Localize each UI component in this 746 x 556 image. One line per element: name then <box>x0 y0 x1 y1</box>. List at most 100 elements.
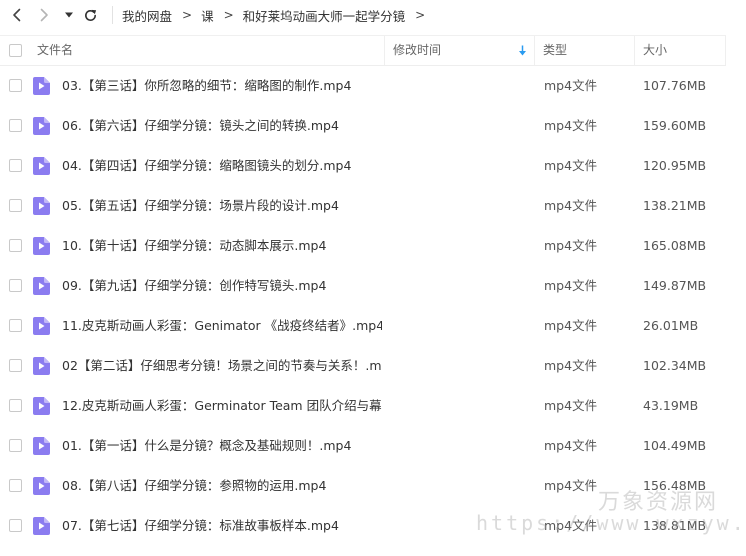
nav-divider <box>112 6 113 24</box>
row-checkbox[interactable] <box>9 199 22 212</box>
file-name[interactable]: 10.【第十话】仔细学分镜：动态脚本展示.mp4 <box>62 226 382 266</box>
file-size: 138.21MB <box>643 198 707 213</box>
file-name[interactable]: 02【第二话】仔细思考分镜！场景之间的节奏与关系！.m... <box>62 346 382 386</box>
video-file-icon <box>33 397 50 415</box>
column-divider[interactable] <box>634 36 635 65</box>
video-file-icon <box>33 277 50 295</box>
column-divider[interactable] <box>725 36 726 65</box>
file-type: mp4文件 <box>544 318 598 333</box>
row-checkbox[interactable] <box>9 359 22 372</box>
video-file-icon <box>33 477 50 495</box>
chevron-left-icon <box>13 8 21 22</box>
file-name[interactable]: 06.【第六话】仔细学分镜：镜头之间的转换.mp4 <box>62 106 382 146</box>
history-dropdown-button[interactable] <box>63 5 75 25</box>
sort-button[interactable] <box>518 36 527 65</box>
breadcrumb-item-my-disk[interactable]: 我的网盘 <box>122 6 172 25</box>
file-size: 159.60MB <box>643 118 707 133</box>
column-header-modified[interactable]: 修改时间 <box>393 36 441 65</box>
row-checkbox[interactable] <box>9 479 22 492</box>
file-type: mp4文件 <box>544 438 598 453</box>
row-checkbox[interactable] <box>9 399 22 412</box>
file-type: mp4文件 <box>544 158 598 173</box>
refresh-icon <box>84 9 96 21</box>
breadcrumb-separator: > <box>223 8 234 22</box>
file-list-header: 文件名 修改时间 类型 大小 <box>0 35 726 66</box>
file-type: mp4文件 <box>544 518 598 533</box>
table-row[interactable]: 06.【第六话】仔细学分镜：镜头之间的转换.mp4 mp4文件 159.60MB <box>0 106 746 146</box>
video-file-icon <box>33 117 50 135</box>
breadcrumb: 我的网盘 > 课 > 和好莱坞动画大师一起学分镜 > <box>122 0 434 30</box>
file-name[interactable]: 11.皮克斯动画人彩蛋：Genimator 《战疫终结者》.mp4 <box>62 306 382 346</box>
column-divider[interactable] <box>534 36 535 65</box>
file-size: 149.87MB <box>643 278 707 293</box>
row-checkbox[interactable] <box>9 519 22 532</box>
table-row[interactable]: 01.【第一话】什么是分镜？概念及基础规则！.mp4 mp4文件 104.49MB <box>0 426 746 466</box>
table-row[interactable]: 10.【第十话】仔细学分镜：动态脚本展示.mp4 mp4文件 165.08MB <box>0 226 746 266</box>
breadcrumb-item-course[interactable]: 课 <box>201 6 214 25</box>
breadcrumb-separator: > <box>415 8 426 22</box>
table-row[interactable]: 09.【第九话】仔细学分镜：创作特写镜头.mp4 mp4文件 149.87MB <box>0 266 746 306</box>
file-name[interactable]: 08.【第八话】仔细学分镜：参照物的运用.mp4 <box>62 466 382 506</box>
breadcrumb-separator: > <box>182 8 193 22</box>
row-checkbox[interactable] <box>9 119 22 132</box>
row-checkbox[interactable] <box>9 79 22 92</box>
row-checkbox[interactable] <box>9 439 22 452</box>
file-size: 26.01MB <box>643 318 699 333</box>
table-row[interactable]: 12.皮克斯动画人彩蛋：Germinator Team 团队介绍与幕... mp4… <box>0 386 746 426</box>
file-name[interactable]: 03.【第三话】你所忽略的细节：缩略图的制作.mp4 <box>62 66 382 106</box>
file-type: mp4文件 <box>544 118 598 133</box>
row-checkbox[interactable] <box>9 279 22 292</box>
navigation-bar: 我的网盘 > 课 > 和好莱坞动画大师一起学分镜 > <box>0 0 746 30</box>
file-name[interactable]: 07.【第七话】仔细学分镜：标准故事板样本.mp4 <box>62 506 382 546</box>
column-header-name[interactable]: 文件名 <box>37 36 73 65</box>
file-name[interactable]: 01.【第一话】什么是分镜？概念及基础规则！.mp4 <box>62 426 382 466</box>
caret-down-icon <box>65 12 73 18</box>
row-checkbox[interactable] <box>9 239 22 252</box>
video-file-icon <box>33 157 50 175</box>
sort-down-arrow-icon <box>519 45 526 56</box>
table-row[interactable]: 07.【第七话】仔细学分镜：标准故事板样本.mp4 mp4文件 138.81MB <box>0 506 746 546</box>
file-type: mp4文件 <box>544 478 598 493</box>
table-row[interactable]: 03.【第三话】你所忽略的细节：缩略图的制作.mp4 mp4文件 107.76MB <box>0 66 746 106</box>
table-row[interactable]: 08.【第八话】仔细学分镜：参照物的运用.mp4 mp4文件 156.48MB <box>0 466 746 506</box>
file-type: mp4文件 <box>544 358 598 373</box>
file-size: 43.19MB <box>643 398 699 413</box>
chevron-right-icon <box>40 8 48 22</box>
file-type: mp4文件 <box>544 238 598 253</box>
file-size: 156.48MB <box>643 478 707 493</box>
back-button[interactable] <box>8 5 26 25</box>
video-file-icon <box>33 357 50 375</box>
table-row[interactable]: 02【第二话】仔细思考分镜！场景之间的节奏与关系！.m... mp4文件 102.3… <box>0 346 746 386</box>
row-checkbox[interactable] <box>9 159 22 172</box>
video-file-icon <box>33 197 50 215</box>
file-type: mp4文件 <box>544 78 598 93</box>
refresh-button[interactable] <box>81 5 99 25</box>
breadcrumb-item-current-folder[interactable]: 和好莱坞动画大师一起学分镜 <box>243 6 406 25</box>
file-list: 03.【第三话】你所忽略的细节：缩略图的制作.mp4 mp4文件 107.76MB 0… <box>0 66 746 546</box>
table-row[interactable]: 11.皮克斯动画人彩蛋：Genimator 《战疫终结者》.mp4 mp4文件 26… <box>0 306 746 346</box>
file-type: mp4文件 <box>544 398 598 413</box>
file-name[interactable]: 04.【第四话】仔细学分镜：缩略图镜头的划分.mp4 <box>62 146 382 186</box>
file-name[interactable]: 05.【第五话】仔细学分镜：场景片段的设计.mp4 <box>62 186 382 226</box>
video-file-icon <box>33 237 50 255</box>
video-file-icon <box>33 517 50 535</box>
file-type: mp4文件 <box>544 278 598 293</box>
forward-button[interactable] <box>35 5 53 25</box>
column-header-size[interactable]: 大小 <box>643 36 667 65</box>
video-file-icon <box>33 437 50 455</box>
file-type: mp4文件 <box>544 198 598 213</box>
video-file-icon <box>33 317 50 335</box>
file-size: 104.49MB <box>643 438 707 453</box>
file-size: 107.76MB <box>643 78 707 93</box>
file-size: 138.81MB <box>643 518 707 533</box>
file-size: 102.34MB <box>643 358 707 373</box>
file-name[interactable]: 09.【第九话】仔细学分镜：创作特写镜头.mp4 <box>62 266 382 306</box>
select-all-checkbox[interactable] <box>9 44 22 57</box>
table-row[interactable]: 05.【第五话】仔细学分镜：场景片段的设计.mp4 mp4文件 138.21MB <box>0 186 746 226</box>
column-divider[interactable] <box>384 36 385 65</box>
column-header-type[interactable]: 类型 <box>543 36 567 65</box>
file-name[interactable]: 12.皮克斯动画人彩蛋：Germinator Team 团队介绍与幕... <box>62 386 382 426</box>
file-size: 120.95MB <box>643 158 707 173</box>
table-row[interactable]: 04.【第四话】仔细学分镜：缩略图镜头的划分.mp4 mp4文件 120.95MB <box>0 146 746 186</box>
row-checkbox[interactable] <box>9 319 22 332</box>
